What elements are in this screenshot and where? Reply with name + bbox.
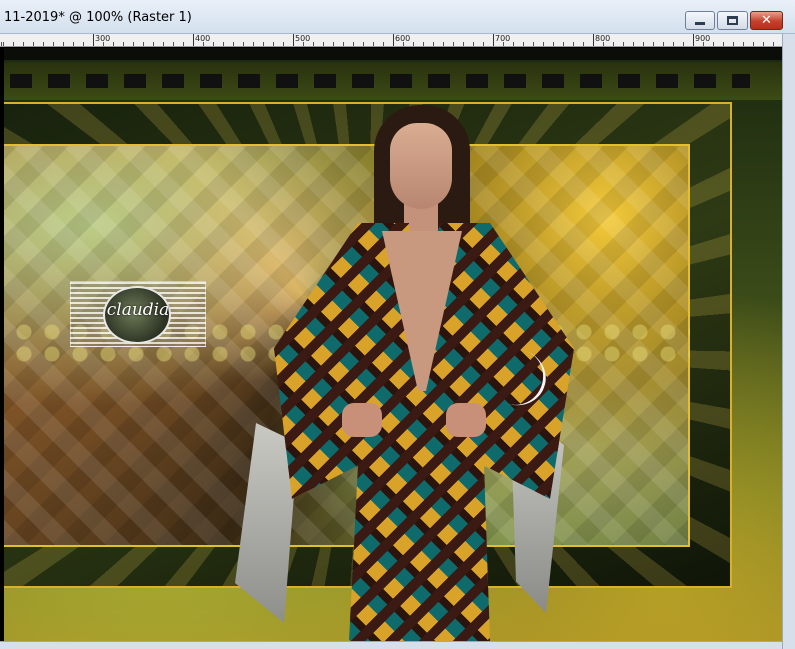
bottom-frame-edge bbox=[0, 641, 782, 649]
ruler-tick bbox=[393, 34, 394, 46]
ruler-tick-label: 500 bbox=[295, 34, 311, 43]
ruler-tick bbox=[93, 34, 94, 46]
face bbox=[390, 123, 452, 209]
ruler-tick-label: 300 bbox=[95, 34, 111, 43]
title-bar[interactable]: 11-2019* @ 100% (Raster 1) ✕ bbox=[0, 0, 795, 34]
horizontal-ruler[interactable]: 300 400 500 600 700 800 900 bbox=[0, 34, 782, 47]
film-sprockets bbox=[10, 74, 750, 88]
model-figure bbox=[214, 103, 614, 641]
ruler-tick-label: 800 bbox=[595, 34, 611, 43]
ruler-tick bbox=[293, 34, 294, 46]
watermark-badge: claudia bbox=[70, 281, 206, 347]
ruler-tick bbox=[693, 34, 694, 46]
ruler-tick-label: 900 bbox=[695, 34, 711, 43]
right-hand bbox=[446, 403, 486, 437]
film-strip bbox=[4, 62, 782, 100]
ruler-tick bbox=[493, 34, 494, 46]
ruler-tick bbox=[593, 34, 594, 46]
ruler-tick bbox=[193, 34, 194, 46]
ruler-tick-label: 700 bbox=[495, 34, 511, 43]
minimize-button[interactable] bbox=[685, 11, 715, 30]
maximize-icon bbox=[727, 16, 738, 25]
window-title: 11-2019* @ 100% (Raster 1) bbox=[4, 10, 192, 25]
maximize-button[interactable] bbox=[717, 11, 748, 30]
document-window: 11-2019* @ 100% (Raster 1) ✕ 300 400 500 60… bbox=[0, 0, 795, 649]
image-canvas[interactable]: claudia bbox=[4, 48, 782, 641]
left-hand bbox=[342, 403, 382, 437]
close-button[interactable]: ✕ bbox=[750, 11, 783, 30]
right-frame-edge bbox=[782, 34, 795, 649]
minimize-icon bbox=[695, 22, 705, 25]
ruler-minor-ticks bbox=[0, 42, 782, 46]
ruler-tick-label: 600 bbox=[395, 34, 411, 43]
ruler-tick-label: 400 bbox=[195, 34, 211, 43]
watermark-text: claudia bbox=[106, 300, 170, 320]
close-icon: ✕ bbox=[761, 13, 772, 28]
